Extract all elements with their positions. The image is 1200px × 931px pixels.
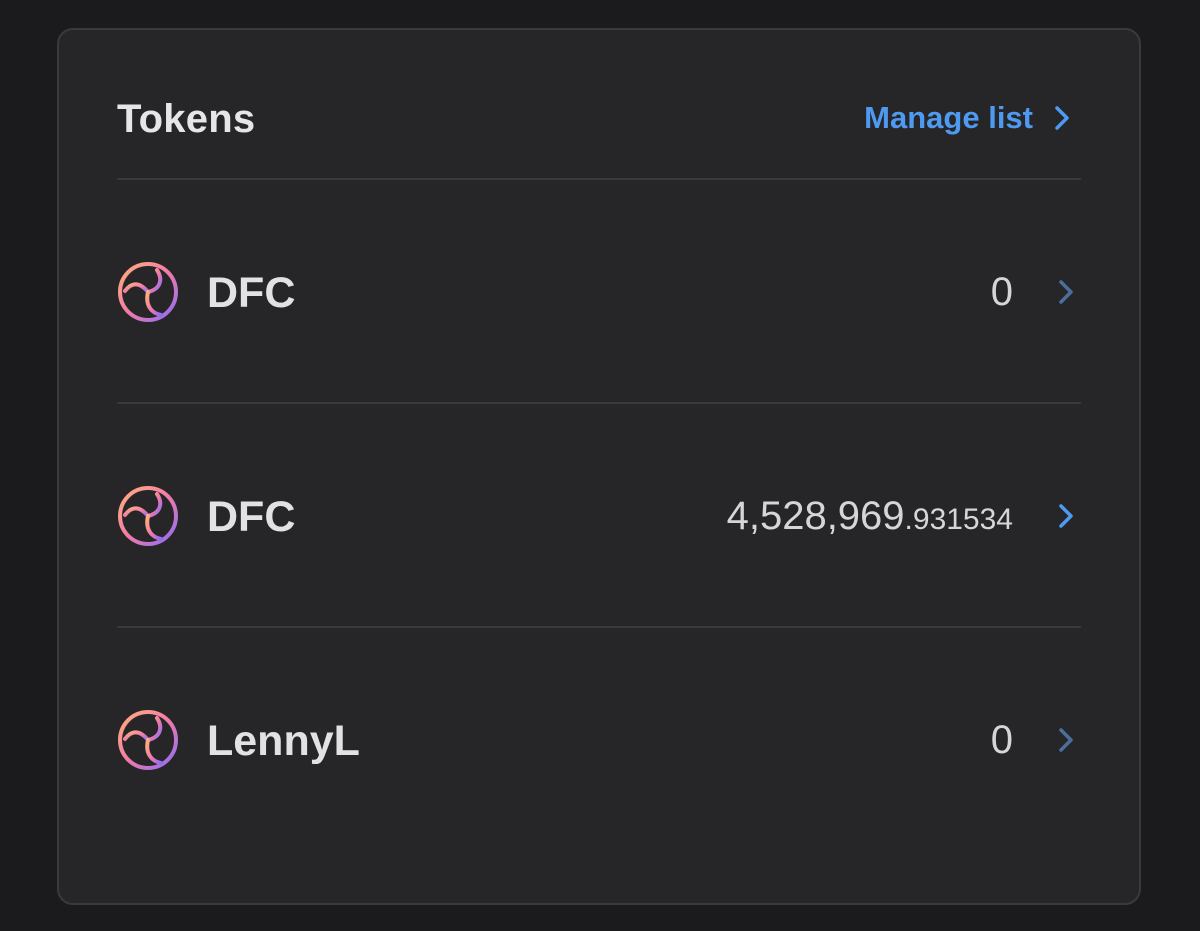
chevron-right-icon [1059,504,1073,528]
balance-decimal: .931534 [904,503,1013,536]
token-row[interactable]: DFC 0 [117,180,1081,404]
tokens-card: Tokens Manage list DFC 0 DFC 4,528,969.9… [57,28,1141,905]
token-name: LennyL [207,717,360,765]
manage-list-label: Manage list [864,100,1033,135]
token-logo-icon [118,262,178,322]
chevron-right-icon [1059,728,1073,752]
token-balance: 4,528,969.931534 [727,494,1013,539]
token-balance: 0 [991,718,1013,763]
token-name: DFC [207,493,296,541]
token-list: DFC 0 DFC 4,528,969.931534 LennyL 0 [117,180,1081,850]
chevron-right-icon [1059,280,1073,304]
tokens-title: Tokens [117,97,256,141]
token-logo-icon [118,486,178,546]
manage-list-link[interactable]: Manage list [864,100,1073,136]
balance-integer: 0 [990,270,1013,314]
chevron-right-icon [1055,106,1069,130]
token-balance: 0 [991,270,1013,315]
balance-integer: 0 [990,718,1013,762]
token-name: DFC [207,269,296,317]
token-row[interactable]: DFC 4,528,969.931534 [117,404,1081,628]
tokens-header: Tokens Manage list [117,30,1081,180]
token-row[interactable]: LennyL 0 [117,628,1081,850]
token-logo-icon [118,710,178,770]
balance-integer: 4,528,969 [726,494,905,538]
